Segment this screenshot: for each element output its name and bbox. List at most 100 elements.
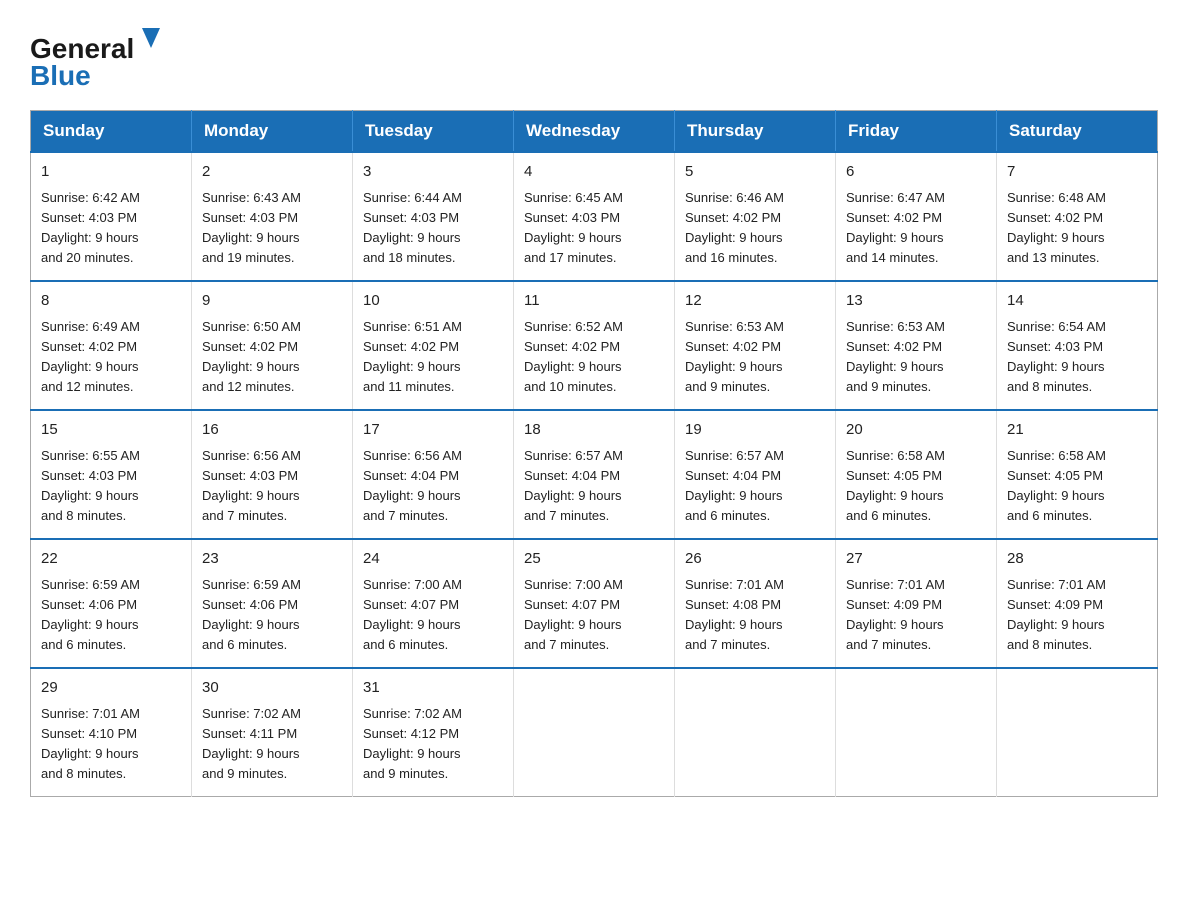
- day-info: Sunrise: 6:53 AMSunset: 4:02 PMDaylight:…: [846, 317, 986, 398]
- calendar-cell: 18 Sunrise: 6:57 AMSunset: 4:04 PMDayligh…: [514, 410, 675, 539]
- calendar-week-1: 1 Sunrise: 6:42 AMSunset: 4:03 PMDaylight…: [31, 152, 1158, 281]
- day-number: 9: [202, 290, 342, 313]
- day-info: Sunrise: 6:57 AMSunset: 4:04 PMDaylight:…: [685, 446, 825, 527]
- calendar-cell: 10 Sunrise: 6:51 AMSunset: 4:02 PMDayligh…: [353, 281, 514, 410]
- day-info: Sunrise: 6:42 AMSunset: 4:03 PMDaylight:…: [41, 188, 181, 269]
- day-number: 24: [363, 548, 503, 571]
- day-info: Sunrise: 6:49 AMSunset: 4:02 PMDaylight:…: [41, 317, 181, 398]
- day-number: 19: [685, 419, 825, 442]
- header-wednesday: Wednesday: [514, 111, 675, 153]
- day-number: 4: [524, 161, 664, 184]
- day-info: Sunrise: 6:55 AMSunset: 4:03 PMDaylight:…: [41, 446, 181, 527]
- calendar-cell: [675, 668, 836, 797]
- calendar-cell: 30 Sunrise: 7:02 AMSunset: 4:11 PMDayligh…: [192, 668, 353, 797]
- calendar-cell: [836, 668, 997, 797]
- day-info: Sunrise: 6:58 AMSunset: 4:05 PMDaylight:…: [1007, 446, 1147, 527]
- calendar-cell: 31 Sunrise: 7:02 AMSunset: 4:12 PMDayligh…: [353, 668, 514, 797]
- day-number: 3: [363, 161, 503, 184]
- calendar-cell: 7 Sunrise: 6:48 AMSunset: 4:02 PMDaylight…: [997, 152, 1158, 281]
- calendar-cell: [514, 668, 675, 797]
- day-info: Sunrise: 7:01 AMSunset: 4:10 PMDaylight:…: [41, 704, 181, 785]
- day-info: Sunrise: 6:57 AMSunset: 4:04 PMDaylight:…: [524, 446, 664, 527]
- day-info: Sunrise: 7:01 AMSunset: 4:09 PMDaylight:…: [1007, 575, 1147, 656]
- day-number: 21: [1007, 419, 1147, 442]
- calendar-cell: 20 Sunrise: 6:58 AMSunset: 4:05 PMDayligh…: [836, 410, 997, 539]
- calendar-cell: 12 Sunrise: 6:53 AMSunset: 4:02 PMDayligh…: [675, 281, 836, 410]
- calendar-cell: [997, 668, 1158, 797]
- day-number: 6: [846, 161, 986, 184]
- day-number: 31: [363, 677, 503, 700]
- calendar-table: SundayMondayTuesdayWednesdayThursdayFrid…: [30, 110, 1158, 797]
- day-info: Sunrise: 7:02 AMSunset: 4:11 PMDaylight:…: [202, 704, 342, 785]
- day-info: Sunrise: 6:50 AMSunset: 4:02 PMDaylight:…: [202, 317, 342, 398]
- day-number: 1: [41, 161, 181, 184]
- day-number: 10: [363, 290, 503, 313]
- logo: General Blue: [30, 20, 160, 90]
- day-number: 12: [685, 290, 825, 313]
- header-thursday: Thursday: [675, 111, 836, 153]
- header-saturday: Saturday: [997, 111, 1158, 153]
- calendar-cell: 26Sunrise: 7:01 AMSunset: 4:08 PMDayligh…: [675, 539, 836, 668]
- day-number: 26: [685, 548, 825, 571]
- day-info: Sunrise: 6:51 AMSunset: 4:02 PMDaylight:…: [363, 317, 503, 398]
- calendar-cell: 11Sunrise: 6:52 AMSunset: 4:02 PMDayligh…: [514, 281, 675, 410]
- day-number: 18: [524, 419, 664, 442]
- svg-text:Blue: Blue: [30, 60, 91, 90]
- calendar-cell: 23 Sunrise: 6:59 AMSunset: 4:06 PMDayligh…: [192, 539, 353, 668]
- logo-svg: General Blue: [30, 20, 160, 90]
- day-info: Sunrise: 6:58 AMSunset: 4:05 PMDaylight:…: [846, 446, 986, 527]
- day-info: Sunrise: 7:00 AMSunset: 4:07 PMDaylight:…: [363, 575, 503, 656]
- calendar-week-3: 15 Sunrise: 6:55 AMSunset: 4:03 PMDayligh…: [31, 410, 1158, 539]
- day-number: 8: [41, 290, 181, 313]
- day-info: Sunrise: 6:52 AMSunset: 4:02 PMDaylight:…: [524, 317, 664, 398]
- day-number: 22: [41, 548, 181, 571]
- day-number: 13: [846, 290, 986, 313]
- day-info: Sunrise: 6:47 AMSunset: 4:02 PMDaylight:…: [846, 188, 986, 269]
- calendar-cell: 22 Sunrise: 6:59 AMSunset: 4:06 PMDayligh…: [31, 539, 192, 668]
- day-number: 23: [202, 548, 342, 571]
- day-info: Sunrise: 6:59 AMSunset: 4:06 PMDaylight:…: [41, 575, 181, 656]
- day-info: Sunrise: 7:02 AMSunset: 4:12 PMDaylight:…: [363, 704, 503, 785]
- calendar-cell: 29Sunrise: 7:01 AMSunset: 4:10 PMDayligh…: [31, 668, 192, 797]
- day-number: 30: [202, 677, 342, 700]
- calendar-cell: 15 Sunrise: 6:55 AMSunset: 4:03 PMDayligh…: [31, 410, 192, 539]
- calendar-cell: 25 Sunrise: 7:00 AMSunset: 4:07 PMDayligh…: [514, 539, 675, 668]
- day-info: Sunrise: 7:00 AMSunset: 4:07 PMDaylight:…: [524, 575, 664, 656]
- day-info: Sunrise: 6:53 AMSunset: 4:02 PMDaylight:…: [685, 317, 825, 398]
- day-info: Sunrise: 6:43 AMSunset: 4:03 PMDaylight:…: [202, 188, 342, 269]
- calendar-cell: 27Sunrise: 7:01 AMSunset: 4:09 PMDayligh…: [836, 539, 997, 668]
- day-number: 20: [846, 419, 986, 442]
- calendar-cell: 9 Sunrise: 6:50 AMSunset: 4:02 PMDaylight…: [192, 281, 353, 410]
- calendar-cell: 21 Sunrise: 6:58 AMSunset: 4:05 PMDayligh…: [997, 410, 1158, 539]
- day-info: Sunrise: 6:46 AMSunset: 4:02 PMDaylight:…: [685, 188, 825, 269]
- header-monday: Monday: [192, 111, 353, 153]
- calendar-cell: 16Sunrise: 6:56 AMSunset: 4:03 PMDayligh…: [192, 410, 353, 539]
- header-tuesday: Tuesday: [353, 111, 514, 153]
- calendar-header-row: SundayMondayTuesdayWednesdayThursdayFrid…: [31, 111, 1158, 153]
- day-info: Sunrise: 6:44 AMSunset: 4:03 PMDaylight:…: [363, 188, 503, 269]
- calendar-cell: 6 Sunrise: 6:47 AMSunset: 4:02 PMDaylight…: [836, 152, 997, 281]
- day-number: 15: [41, 419, 181, 442]
- calendar-week-2: 8 Sunrise: 6:49 AMSunset: 4:02 PMDaylight…: [31, 281, 1158, 410]
- calendar-cell: 8 Sunrise: 6:49 AMSunset: 4:02 PMDaylight…: [31, 281, 192, 410]
- day-info: Sunrise: 6:59 AMSunset: 4:06 PMDaylight:…: [202, 575, 342, 656]
- calendar-cell: 2Sunrise: 6:43 AMSunset: 4:03 PMDaylight…: [192, 152, 353, 281]
- calendar-week-4: 22 Sunrise: 6:59 AMSunset: 4:06 PMDayligh…: [31, 539, 1158, 668]
- calendar-cell: 19 Sunrise: 6:57 AMSunset: 4:04 PMDayligh…: [675, 410, 836, 539]
- day-info: Sunrise: 6:56 AMSunset: 4:03 PMDaylight:…: [202, 446, 342, 527]
- day-number: 28: [1007, 548, 1147, 571]
- page-header: General Blue: [30, 20, 1158, 90]
- header-sunday: Sunday: [31, 111, 192, 153]
- day-number: 25: [524, 548, 664, 571]
- calendar-cell: 17Sunrise: 6:56 AMSunset: 4:04 PMDayligh…: [353, 410, 514, 539]
- calendar-week-5: 29Sunrise: 7:01 AMSunset: 4:10 PMDayligh…: [31, 668, 1158, 797]
- header-friday: Friday: [836, 111, 997, 153]
- calendar-cell: 1 Sunrise: 6:42 AMSunset: 4:03 PMDaylight…: [31, 152, 192, 281]
- day-number: 7: [1007, 161, 1147, 184]
- calendar-cell: 13 Sunrise: 6:53 AMSunset: 4:02 PMDayligh…: [836, 281, 997, 410]
- day-info: Sunrise: 6:45 AMSunset: 4:03 PMDaylight:…: [524, 188, 664, 269]
- day-info: Sunrise: 6:48 AMSunset: 4:02 PMDaylight:…: [1007, 188, 1147, 269]
- day-info: Sunrise: 6:56 AMSunset: 4:04 PMDaylight:…: [363, 446, 503, 527]
- day-number: 5: [685, 161, 825, 184]
- day-info: Sunrise: 7:01 AMSunset: 4:09 PMDaylight:…: [846, 575, 986, 656]
